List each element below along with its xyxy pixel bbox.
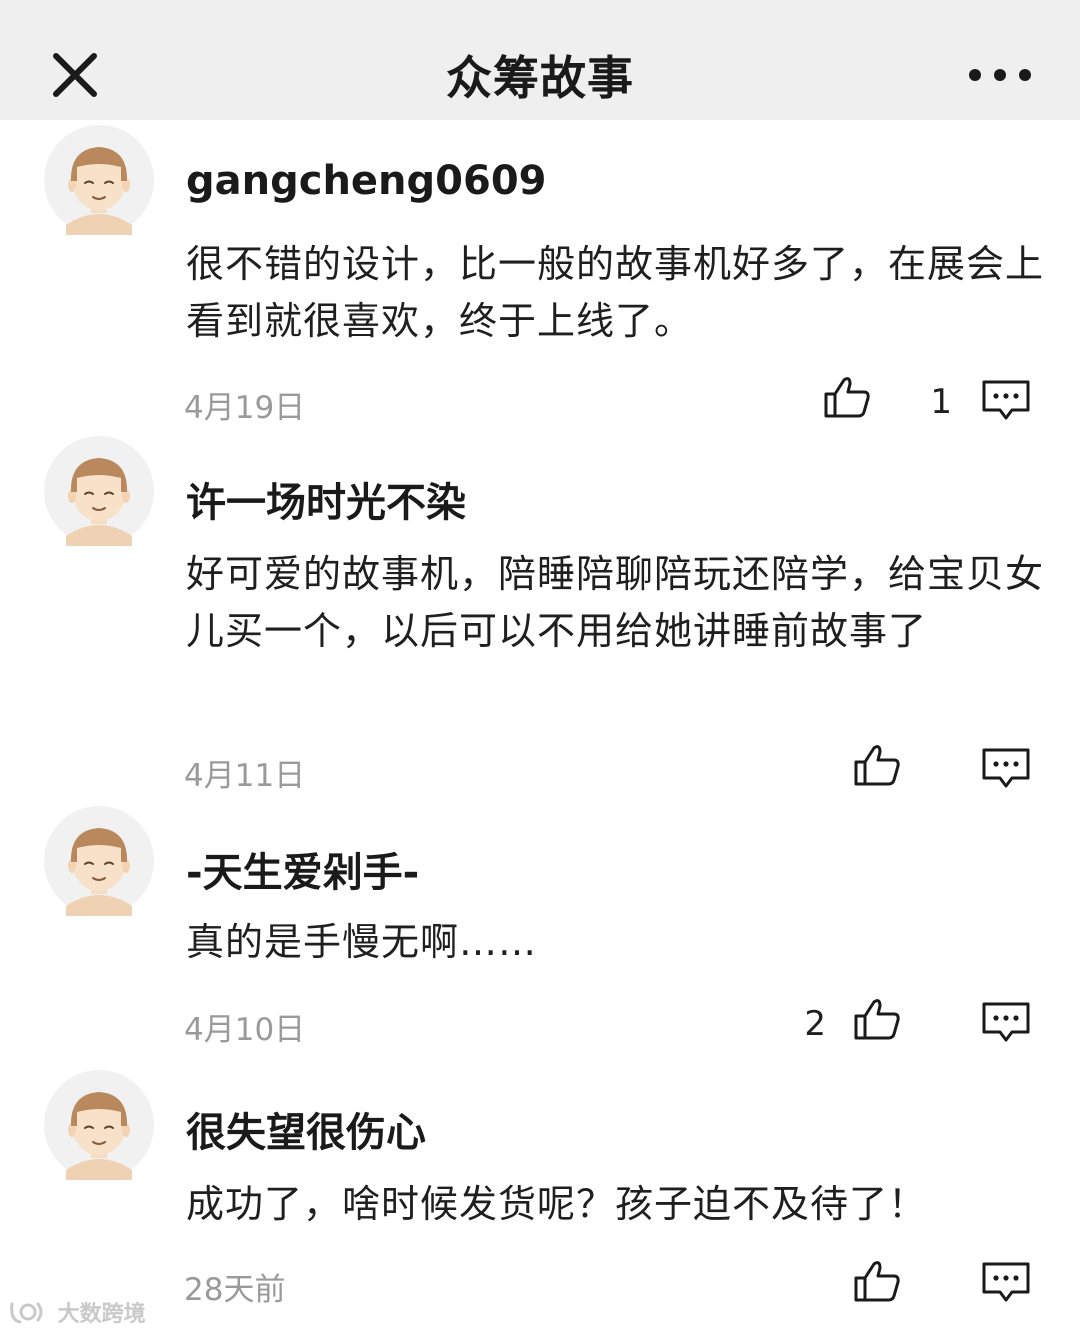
reply-icon[interactable] [980, 1260, 1032, 1304]
comment-text: 很不错的设计，比一般的故事机好多了，在展会上看到就很喜欢，终于上线了。 [186, 242, 1045, 343]
comment-date: 4月10日 [184, 1012, 306, 1048]
like-icon[interactable] [852, 742, 902, 788]
like-count: 2 [804, 1004, 826, 1044]
comment-date: 28天前 [184, 1272, 286, 1308]
comment-username[interactable]: 许一场时光不染 [186, 470, 466, 528]
avatar[interactable] [44, 125, 154, 235]
comment-username[interactable]: -天生爱剁手- [186, 840, 419, 898]
comment-username[interactable]: 很失望很伤心 [186, 1100, 426, 1158]
like-count: 1 [930, 382, 952, 422]
comment-date: 4月11日 [184, 758, 306, 794]
comment-date: 4月19日 [184, 390, 306, 426]
reply-icon[interactable] [980, 1000, 1032, 1044]
more-options-button[interactable] [960, 55, 1040, 95]
more-icon [969, 69, 1031, 81]
reply-icon[interactable] [980, 746, 1032, 790]
comment-username[interactable]: gangcheng0609 [186, 158, 547, 204]
watermark-text: 大数跨境 [57, 1302, 146, 1327]
watermark-logo-icon [10, 1302, 43, 1324]
watermark: 大数跨境 [8, 1296, 146, 1328]
like-icon[interactable] [852, 1258, 902, 1304]
comment-text: 成功了，啥时候发货呢？孩子迫不及待了！ [186, 1182, 928, 1226]
comment-text: 真的是手慢无啊…… [186, 920, 538, 964]
avatar[interactable] [44, 1070, 154, 1180]
reply-icon[interactable] [980, 378, 1032, 422]
like-icon[interactable] [822, 374, 872, 420]
like-icon[interactable] [852, 996, 902, 1042]
page-title: 众筹故事 [446, 51, 634, 105]
comment-text: 好可爱的故事机，陪睡陪聊陪玩还陪学，给宝贝女儿买一个，以后可以不用给她讲睡前故事… [186, 552, 1045, 653]
avatar[interactable] [44, 436, 154, 546]
top-navigation-bar: 众筹故事 [0, 0, 1080, 120]
avatar[interactable] [44, 806, 154, 916]
